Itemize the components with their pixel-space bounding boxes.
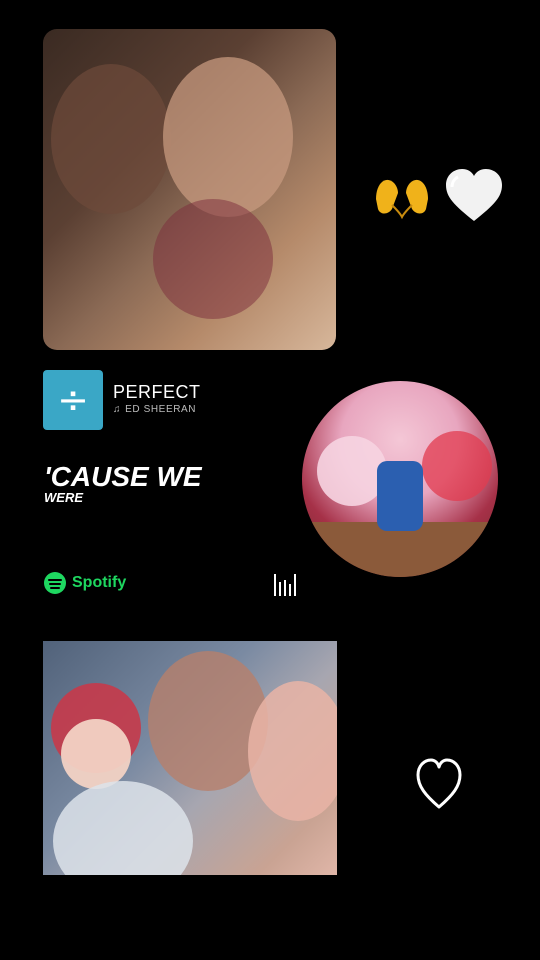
artist-row: ♫ ED SHEERAN [113,404,196,415]
spotify-icon [44,572,66,594]
album-cover: ÷ [43,370,103,430]
hand-heart-icon [370,165,434,225]
lyric-line-sub: WERE [44,490,83,505]
photo-circle [302,381,498,577]
photo-people [377,461,423,531]
audio-bars-icon [274,574,296,596]
lyric-line-main: 'CAUSE WE [44,461,202,492]
photo-baby-clothes [53,781,193,875]
song-title: PERFECT [113,382,201,402]
spotify-label: Spotify [72,574,127,591]
outline-heart-icon [415,755,463,811]
photo-baby-face [61,719,131,789]
white-heart-icon [442,165,506,225]
artist-name: ED SHEERAN [125,404,197,415]
emoji-row [370,165,506,225]
album-symbol: ÷ [57,378,89,422]
music-note-icon: ♫ [113,404,122,415]
photo-subject-right [163,57,293,217]
photo-flowers-right [422,431,492,501]
spotify-badge[interactable]: Spotify [44,572,126,594]
photo-couple-top [43,29,336,350]
photo-subject-left [51,64,171,214]
photo-family-bottom [43,641,337,875]
photo-woman-face [248,681,337,821]
photo-shirt [153,199,273,319]
